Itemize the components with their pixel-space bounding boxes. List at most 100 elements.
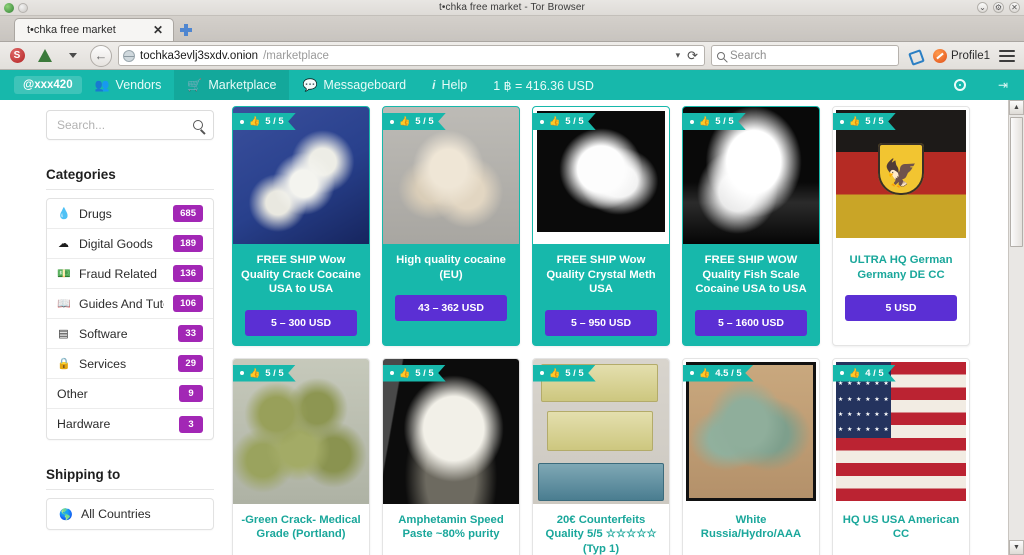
product-title[interactable]: FREE SHIP Wow Quality Crack Cocaine USA … — [239, 253, 363, 297]
sidebar-item-fraud-related[interactable]: 💵 Fraud Related 136 — [47, 259, 213, 289]
content-area: Search... Categories 💧 Drugs 685 ☁ Digit… — [0, 100, 1008, 555]
maximize-button[interactable]: ⚙ — [993, 2, 1004, 13]
scrollbar-track[interactable] — [1009, 115, 1024, 540]
product-price-button[interactable]: 5 – 950 USD — [545, 309, 657, 336]
page-scrollbar[interactable]: ▲ ▼ — [1008, 100, 1024, 555]
status-dot-icon — [540, 119, 544, 124]
status-dot-icon — [240, 371, 244, 375]
search-icon[interactable] — [193, 120, 203, 130]
close-window-button[interactable]: ✕ — [1009, 2, 1020, 13]
thumbs-up-icon: 👍 — [699, 116, 711, 126]
product-title[interactable]: FREE SHIP Wow Quality Crystal Meth USA — [539, 253, 663, 297]
sidebar-item-guides-and-tutorials[interactable]: 📖 Guides And Tutorials 106 — [47, 289, 213, 319]
status-dot-icon — [390, 119, 394, 124]
chevron-down-icon — [69, 53, 77, 58]
minimize-button[interactable]: ⌄ — [977, 2, 988, 13]
browser-search-box[interactable]: Search — [711, 45, 899, 66]
category-list: 💧 Drugs 685 ☁ Digital Goods 189 💵 Fraud … — [46, 198, 214, 440]
sidebar-item-software[interactable]: ▤ Software 33 — [47, 319, 213, 349]
settings-button[interactable] — [938, 70, 982, 100]
product-row-2: 👍 5 / 5 -Green Crack- Medical Grade (Por… — [232, 357, 998, 555]
product-card[interactable]: 👍 5 / 5 High quality cocaine (EU) 43 – 3… — [382, 106, 520, 346]
product-card[interactable]: 👍 5 / 5 Amphetamin Speed Paste ~80% puri… — [382, 357, 520, 555]
product-card[interactable]: 🦅 👍 5 / 5 ULTRA HQ German Germany DE CC … — [832, 106, 970, 346]
product-body: Amphetamin Speed Paste ~80% purity — [383, 504, 519, 555]
product-title[interactable]: Amphetamin Speed Paste ~80% purity — [389, 513, 513, 542]
noscript-button[interactable] — [6, 45, 28, 67]
comments-icon: 💬 — [302, 78, 318, 92]
torbutton-dropdown[interactable] — [62, 45, 84, 67]
torbutton-button[interactable] — [34, 45, 56, 67]
torbutton-status-button[interactable] — [905, 45, 927, 67]
browser-tab[interactable]: t•chka free market ✕ — [14, 18, 174, 41]
sidebar-item-services[interactable]: 🔒 Services 29 — [47, 349, 213, 379]
scrollbar-thumb[interactable] — [1010, 117, 1023, 247]
browser-menu-button[interactable] — [996, 45, 1018, 67]
product-title[interactable]: -Green Crack- Medical Grade (Portland) — [239, 513, 363, 542]
product-image: 👍 5 / 5 — [533, 107, 669, 244]
sidebar-item-hardware[interactable]: Hardware 3 — [47, 409, 213, 439]
rating-value: 5 / 5 — [565, 367, 584, 379]
rating-value: 5 / 5 — [415, 116, 434, 127]
product-price-button[interactable]: 5 – 1600 USD — [695, 309, 807, 336]
product-price-button[interactable]: 5 – 300 USD — [245, 309, 357, 336]
german-eagle-icon: 🦅 — [884, 158, 918, 189]
browser-tabstrip: t•chka free market ✕ — [0, 16, 1024, 42]
product-price-button[interactable]: 5 USD — [845, 295, 957, 321]
url-dropdown-icon[interactable]: ▾ — [676, 50, 681, 61]
status-dot-icon — [540, 371, 544, 375]
category-count-badge: 136 — [173, 265, 203, 282]
users-icon: 👥 — [94, 78, 110, 92]
nav-username-chip[interactable]: @xxx420 — [14, 76, 82, 94]
lock-icon: 🔒 — [57, 358, 71, 370]
browser-tab-title: t•chka free market — [27, 24, 116, 36]
product-title[interactable]: FREE SHIP WOW Quality Fish Scale Cocaine… — [689, 253, 813, 297]
nav-item-vendors-label: Vendors — [115, 78, 162, 92]
rating-value: 4 / 5 — [865, 367, 884, 379]
sidebar-search-input[interactable]: Search... — [46, 110, 214, 140]
nav-item-messageboard[interactable]: 💬 Messageboard — [289, 70, 419, 100]
thumbs-up-icon: 👍 — [399, 116, 411, 126]
product-card[interactable]: 👍 5 / 5 20€ Counterfeits Quality 5/5 ☆☆☆… — [532, 357, 670, 555]
product-title[interactable]: ULTRA HQ German Germany DE CC — [839, 253, 963, 282]
nav-item-vendors[interactable]: 👥 Vendors — [82, 70, 175, 100]
product-card[interactable]: 👍 5 / 5 -Green Crack- Medical Grade (Por… — [232, 357, 370, 555]
profile-button[interactable]: Profile1 — [933, 48, 990, 63]
logout-button[interactable]: ⇥ — [982, 70, 1024, 100]
product-title[interactable]: HQ US USA American CC — [839, 513, 963, 542]
shipping-to-select[interactable]: 🌎 All Countries — [46, 498, 214, 530]
product-title[interactable]: White Russia/Hydro/AAA — [689, 513, 813, 542]
product-card[interactable]: ★★★★★★ ★★★★★★ ★★★★★★ ★★★★★★ ★★★★★★ 👍 4 /… — [832, 357, 970, 555]
sidebar-item-drugs[interactable]: 💧 Drugs 685 — [47, 199, 213, 229]
product-image: 👍 5 / 5 — [533, 358, 669, 504]
sidebar-item-other[interactable]: Other 9 — [47, 379, 213, 409]
product-card[interactable]: 👍 5 / 5 FREE SHIP WOW Quality Fish Scale… — [682, 106, 820, 346]
scroll-up-button[interactable]: ▲ — [1009, 100, 1024, 115]
thumbs-up-icon: 👍 — [849, 367, 861, 378]
product-row-1: 👍 5 / 5 FREE SHIP Wow Quality Crack Coca… — [232, 106, 998, 346]
status-dot-icon — [840, 119, 844, 124]
scroll-down-button[interactable]: ▼ — [1009, 540, 1024, 555]
banknote-shape — [546, 410, 653, 452]
sidebar-item-digital-goods[interactable]: ☁ Digital Goods 189 — [47, 229, 213, 259]
sidebar-item-label: Guides And Tutorials — [79, 296, 164, 311]
product-title[interactable]: 20€ Counterfeits Quality 5/5 ☆☆☆☆☆ (Typ … — [539, 513, 663, 555]
nav-item-help[interactable]: i Help — [419, 70, 480, 100]
product-card[interactable]: 👍 4.5 / 5 White Russia/Hydro/AAA — [682, 357, 820, 555]
close-tab-icon[interactable]: ✕ — [149, 23, 167, 37]
rating-value: 5 / 5 — [265, 367, 284, 379]
product-price-button[interactable]: 43 – 362 USD — [395, 295, 507, 321]
product-card[interactable]: 👍 5 / 5 FREE SHIP Wow Quality Crystal Me… — [532, 106, 670, 346]
reload-icon[interactable]: ⟳ — [687, 48, 698, 64]
new-tab-button[interactable] — [174, 18, 198, 41]
product-card[interactable]: 👍 5 / 5 FREE SHIP Wow Quality Crack Coca… — [232, 106, 370, 346]
window-title: t•chka free market - Tor Browser — [438, 1, 585, 13]
back-button[interactable]: ← — [90, 44, 112, 67]
url-bar[interactable]: tochka3evlj3sxdv.onion /marketplace ▾ ⟳ — [118, 45, 705, 66]
rating-value: 5 / 5 — [265, 116, 284, 127]
page-body: Search... Categories 💧 Drugs 685 ☁ Digit… — [0, 100, 1024, 555]
product-title[interactable]: High quality cocaine (EU) — [389, 253, 513, 282]
nav-item-marketplace[interactable]: 🛒 Marketplace — [174, 70, 290, 100]
shipping-to-value: All Countries — [81, 507, 151, 521]
shipping-to-heading: Shipping to — [46, 467, 214, 490]
